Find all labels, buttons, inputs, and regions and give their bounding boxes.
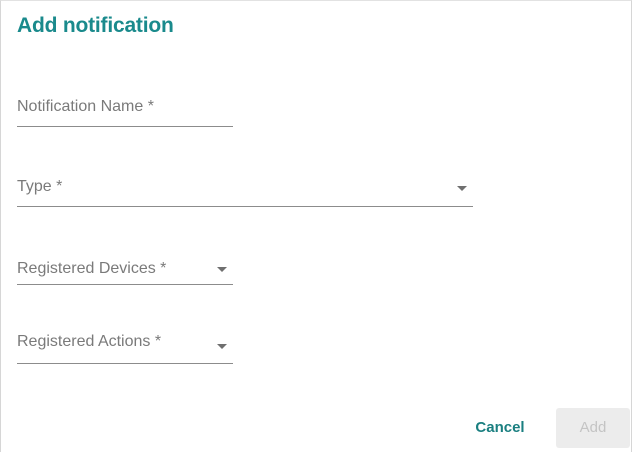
- registered-devices-dropdown-arrow-icon: [217, 267, 227, 272]
- cancel-button[interactable]: Cancel: [463, 408, 537, 448]
- registered-devices-label: Registered Devices *: [17, 260, 167, 277]
- notification-name-label: Notification Name *: [17, 98, 154, 115]
- type-dropdown-arrow-icon: [457, 186, 467, 191]
- dialog-title: Add notification: [17, 14, 174, 37]
- registered-actions-dropdown-arrow-icon: [217, 344, 227, 349]
- registered-actions-label: Registered Actions *: [17, 333, 162, 350]
- type-label: Type *: [17, 178, 63, 195]
- registered-devices-select[interactable]: Registered Devices *: [17, 252, 233, 285]
- add-notification-dialog: Add notification Notification Name * Typ…: [0, 0, 632, 452]
- type-select[interactable]: Type *: [17, 173, 473, 207]
- registered-actions-select[interactable]: Registered Actions *: [17, 331, 233, 364]
- notification-name-field[interactable]: Notification Name *: [17, 94, 233, 127]
- add-button[interactable]: Add: [556, 408, 630, 448]
